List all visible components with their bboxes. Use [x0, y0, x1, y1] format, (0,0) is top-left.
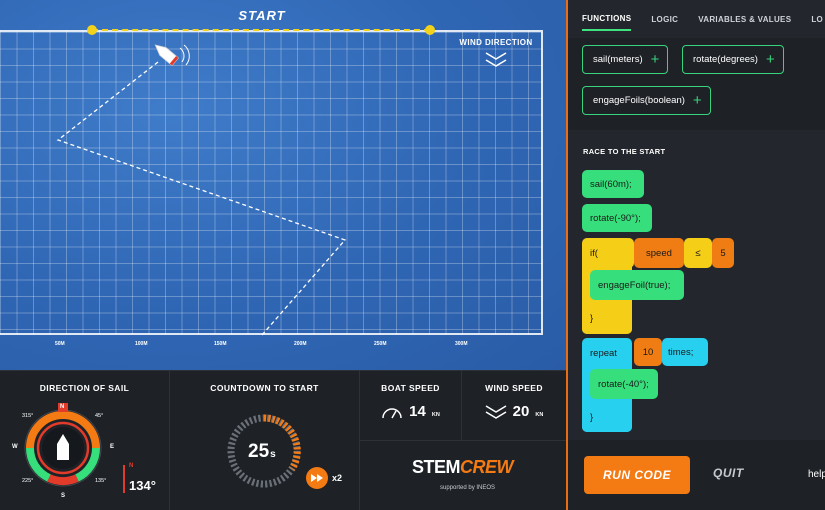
countdown-title: COUNTDOWN TO START — [210, 383, 319, 393]
code-block-if-close: } — [582, 302, 632, 334]
compass-135: 135° — [95, 478, 107, 484]
help-link[interactable]: help — [808, 469, 825, 480]
logo-tagline: supported by INEOS — [440, 485, 496, 491]
speed-multiplier: x2 — [332, 473, 343, 483]
code-times: times; — [662, 338, 708, 366]
compass-s: S — [61, 493, 66, 499]
code-number-5-text: 5 — [720, 247, 726, 259]
wind-speed-row: 20 KN — [462, 403, 566, 420]
plus-icon[interactable]: + — [693, 93, 702, 108]
compass-45: 45° — [95, 413, 104, 419]
tab-loops[interactable]: LO — [811, 9, 823, 30]
compass-e: E — [110, 444, 115, 450]
compass-w: W — [12, 444, 18, 450]
distance-tick: 200M — [294, 341, 307, 347]
code-block-repeat-close: } — [582, 402, 632, 432]
countdown-unit: s — [270, 449, 276, 460]
code-rotate-text: rotate(-90°); — [590, 212, 641, 224]
logo-crew: CREW — [460, 457, 514, 477]
boat-speed-row: 14 KN — [360, 403, 461, 420]
compass-225: 225° — [22, 478, 34, 484]
course-path — [56, 61, 347, 336]
wind-direction-label: WIND DIRECTION — [459, 38, 533, 47]
code-panel: FUNCTIONS LOGIC VARIABLES & VALUES LO sa… — [566, 0, 825, 510]
start-buoy-right — [425, 25, 435, 35]
race-title: RACE TO THE START — [583, 147, 666, 156]
wind-speed-title: WIND SPEED — [485, 383, 543, 393]
heading-value: 134° — [129, 478, 156, 493]
code-operator[interactable]: ≤ — [684, 238, 712, 268]
code-number-10-text: 10 — [642, 346, 654, 358]
race-course: START WIND DIRECTION 50M 100M 150M 200M … — [0, 0, 566, 370]
code-number-5[interactable]: 5 — [712, 238, 734, 268]
boat-speed-unit: KN — [431, 412, 440, 418]
boat-speed-title: BOAT SPEED — [381, 383, 440, 393]
heading-bar — [123, 465, 125, 493]
functions-palette: sail(meters) + rotate(degrees) + engageF… — [568, 38, 825, 130]
code-if-text: if( — [590, 248, 598, 259]
function-engage-foils[interactable]: engageFoils(boolean) + — [582, 86, 711, 115]
stemcrew-logo: STEM CREW — [412, 457, 514, 478]
wind-speed-icon — [485, 404, 507, 419]
start-line — [92, 29, 430, 31]
logo-panel: STEM CREW supported by INEOS — [360, 440, 566, 510]
tab-bar: FUNCTIONS LOGIC VARIABLES & VALUES LO — [568, 0, 825, 38]
compass-315: 315° — [22, 413, 34, 419]
function-sail-label: sail(meters) — [593, 54, 643, 65]
wind-speed-panel: WIND SPEED 20 KN — [462, 370, 566, 440]
boat-icon[interactable] — [148, 36, 196, 74]
function-engage-foils-label: engageFoils(boolean) — [593, 95, 685, 106]
boat-speed-value: 14 — [409, 403, 426, 420]
function-rotate-label: rotate(degrees) — [693, 54, 758, 65]
direction-of-sail-panel: DIRECTION OF SAIL N E S W 45° 135° 225° — [0, 370, 170, 510]
code-var-speed-text: speed — [646, 247, 672, 259]
speedometer-icon — [382, 407, 402, 418]
function-sail[interactable]: sail(meters) + — [582, 45, 669, 74]
countdown-value: 25 — [248, 441, 270, 462]
wind-speed-unit: KN — [535, 412, 544, 418]
function-rotate[interactable]: rotate(degrees) + — [682, 45, 784, 74]
tab-logic[interactable]: LOGIC — [651, 9, 678, 30]
app-root: START WIND DIRECTION 50M 100M 150M 200M … — [0, 0, 825, 510]
run-code-button[interactable]: RUN CODE — [584, 456, 690, 494]
plus-icon[interactable]: + — [651, 52, 660, 67]
fast-forward-button[interactable] — [306, 467, 328, 489]
distance-tick: 50M — [55, 341, 65, 347]
tab-variables-values[interactable]: VARIABLES & VALUES — [698, 9, 791, 30]
code-sail-text: sail(60m); — [590, 178, 632, 190]
code-repeat-close-text: } — [590, 411, 594, 423]
distance-tick: 150M — [214, 341, 227, 347]
logo-stem: STEM — [412, 457, 461, 477]
code-block-sail[interactable]: sail(60m); — [582, 170, 644, 198]
code-operator-text: ≤ — [695, 247, 701, 259]
code-block-rotate-2[interactable]: rotate(-40°); — [590, 369, 658, 399]
compass-n: N — [60, 404, 65, 410]
distance-tick: 100M — [135, 341, 148, 347]
heading-marker: N — [129, 463, 134, 469]
boat-speed-panel: BOAT SPEED 14 KN — [360, 370, 462, 440]
start-label: START — [238, 8, 286, 23]
code-block-if-connector — [624, 238, 634, 268]
code-times-text: times; — [668, 346, 694, 358]
code-rotate2-text: rotate(-40°); — [598, 378, 649, 390]
code-number-10[interactable]: 10 — [634, 338, 662, 366]
start-buoy-left — [87, 25, 97, 35]
code-if-close-text: } — [590, 312, 594, 324]
plus-icon[interactable]: + — [766, 52, 775, 67]
code-var-speed[interactable]: speed — [634, 238, 684, 268]
fast-forward-icon — [311, 474, 323, 482]
countdown-panel: COUNTDOWN TO START 25 s x2 — [170, 370, 360, 510]
wind-speed-value: 20 — [512, 403, 530, 420]
wind-chevron-icon — [485, 52, 507, 67]
code-engage-text: engageFoil(true); — [598, 279, 671, 291]
tab-functions[interactable]: FUNCTIONS — [582, 8, 632, 31]
countdown-readout: 25 s — [248, 441, 276, 463]
code-repeat-text: repeat — [590, 348, 617, 359]
code-block-rotate[interactable]: rotate(-90°); — [582, 204, 652, 232]
quit-button[interactable]: QUIT — [713, 466, 744, 480]
distance-tick: 250M — [374, 341, 387, 347]
distance-tick: 300M — [455, 341, 468, 347]
code-block-engage-foil[interactable]: engageFoil(true); — [590, 270, 684, 300]
